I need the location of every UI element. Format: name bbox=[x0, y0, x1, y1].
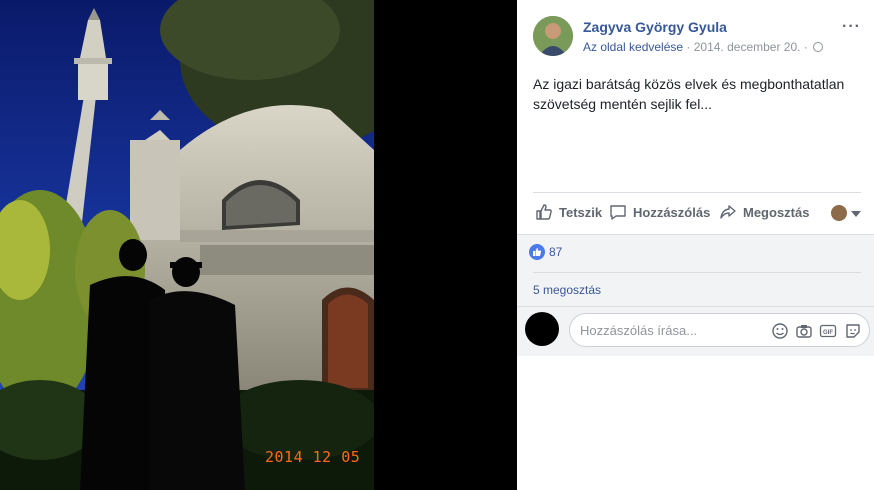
divider bbox=[517, 306, 874, 307]
mosque-photo-illustration bbox=[0, 0, 374, 490]
share-button[interactable]: Megosztás bbox=[719, 203, 809, 221]
comment-input[interactable]: Hozzászólás írása... GIF bbox=[569, 313, 870, 347]
more-icon[interactable]: ··· bbox=[842, 18, 861, 36]
like-label: Tetszik bbox=[559, 204, 603, 220]
divider bbox=[533, 272, 861, 273]
comment-label: Hozzászólás bbox=[633, 204, 711, 220]
post-text: Az igazi barátság közös elvek és megbont… bbox=[533, 76, 845, 112]
comment-button[interactable]: Hozzászólás bbox=[609, 203, 710, 221]
svg-text:GIF: GIF bbox=[823, 330, 833, 336]
like-icon bbox=[536, 204, 552, 220]
photo-viewer[interactable]: 2014 12 05 bbox=[0, 0, 517, 490]
author-avatar[interactable] bbox=[533, 16, 573, 56]
reaction-summary[interactable]: 87 bbox=[529, 244, 562, 260]
post-actions: Tetszik Hozzászólás Megosztás bbox=[533, 198, 861, 228]
globe-icon bbox=[813, 42, 824, 52]
share-icon bbox=[720, 205, 736, 219]
chevron-down-icon[interactable] bbox=[851, 211, 861, 217]
comment-placeholder: Hozzászólás írása... bbox=[580, 323, 698, 338]
post-date[interactable]: · 2014. december 20. · bbox=[683, 40, 811, 54]
comment-icon bbox=[610, 205, 626, 220]
post-meta: Az oldal kedvelése · 2014. december 20. … bbox=[583, 40, 824, 54]
post-panel: Zagyva György Gyula Az oldal kedvelése ·… bbox=[517, 0, 874, 490]
post-header: Zagyva György Gyula Az oldal kedvelése ·… bbox=[533, 16, 861, 60]
gif-icon[interactable]: GIF bbox=[819, 322, 837, 340]
camera-icon[interactable] bbox=[795, 322, 813, 340]
emoji-icon[interactable] bbox=[771, 322, 789, 340]
divider bbox=[517, 234, 874, 235]
post-photo bbox=[0, 0, 374, 490]
like-reaction-icon bbox=[529, 244, 545, 260]
photo-date-stamp: 2014 12 05 bbox=[265, 448, 361, 466]
author-name[interactable]: Zagyva György Gyula bbox=[583, 19, 727, 35]
like-button[interactable]: Tetszik bbox=[535, 203, 602, 221]
like-page-link[interactable]: Az oldal kedvelése bbox=[583, 40, 683, 54]
commenter-avatar bbox=[525, 312, 559, 346]
comment-composer: Hozzászólás írása... GIF bbox=[525, 312, 870, 352]
divider bbox=[533, 192, 861, 193]
share-count-link[interactable]: 5 megosztás bbox=[533, 283, 601, 297]
reaction-count: 87 bbox=[549, 245, 563, 259]
share-label: Megosztás bbox=[743, 204, 810, 220]
sticker-icon[interactable] bbox=[844, 322, 862, 340]
audience-avatar[interactable] bbox=[831, 205, 847, 221]
